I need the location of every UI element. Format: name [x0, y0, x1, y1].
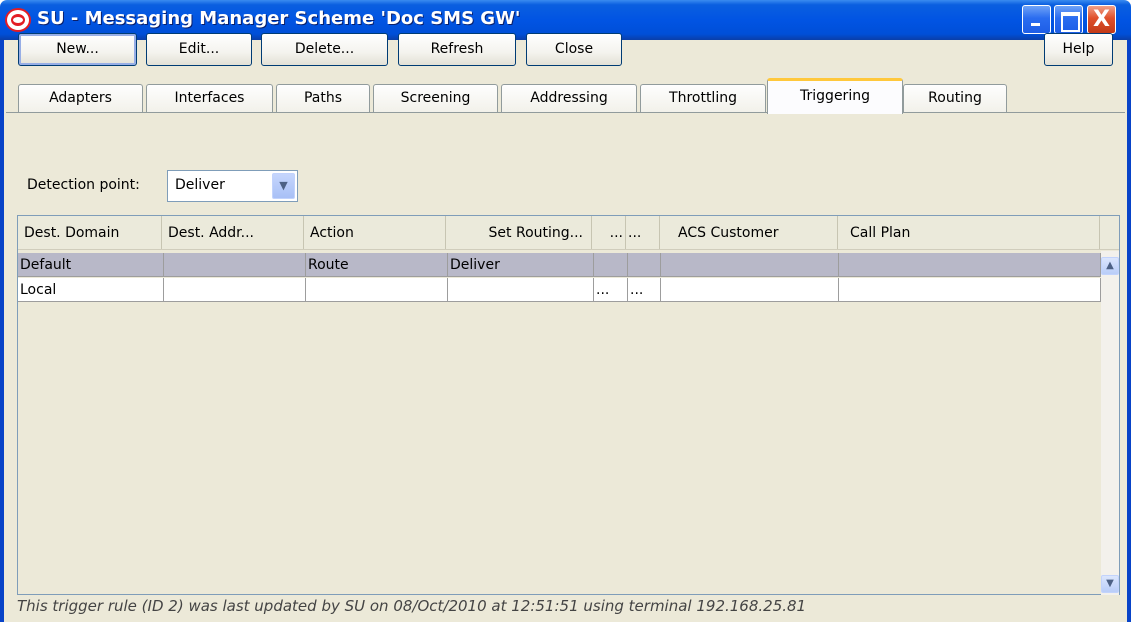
column-set-routing[interactable]: Set Routing... — [446, 216, 592, 249]
tab-routing[interactable]: Routing — [903, 84, 1007, 112]
table-cell — [661, 278, 839, 302]
edit-button[interactable]: Edit... — [146, 33, 252, 66]
close-icon: X — [1093, 7, 1110, 32]
column-extra-2[interactable]: ... — [626, 216, 660, 249]
maximize-button[interactable] — [1054, 5, 1083, 34]
new-button[interactable]: New... — [18, 33, 137, 66]
table-cell — [839, 253, 1101, 277]
column-extra-1[interactable]: ... — [592, 216, 626, 249]
window-title: SU - Messaging Manager Scheme 'Doc SMS G… — [37, 8, 521, 29]
tab-addressing[interactable]: Addressing — [501, 84, 637, 112]
scroll-up-icon[interactable]: ▲ — [1101, 257, 1119, 275]
table-cell: ... — [594, 278, 628, 302]
table-cell — [839, 278, 1101, 302]
table-cell — [661, 253, 839, 277]
scroll-down-icon[interactable]: ▼ — [1101, 575, 1119, 593]
status-message: This trigger rule (ID 2) was last update… — [17, 597, 807, 615]
oracle-logo-icon — [7, 10, 29, 30]
table-cell: Local — [18, 278, 164, 302]
column-acs-customer[interactable]: ACS Customer — [660, 216, 838, 249]
table-cell: Deliver — [448, 253, 594, 277]
column-dest-domain[interactable]: Dest. Domain — [18, 216, 162, 249]
tab-throttling[interactable]: Throttling — [640, 84, 766, 112]
detection-point-label: Detection point: — [27, 177, 140, 193]
detection-point-select[interactable]: Deliver ▼ — [167, 170, 298, 202]
table-cell — [306, 278, 448, 302]
table-cell: ... — [628, 278, 661, 302]
tab-interfaces[interactable]: Interfaces — [146, 84, 273, 112]
trigger-rules-table: Dest. Domain Dest. Addr... Action Set Ro… — [17, 215, 1120, 595]
tab-adapters[interactable]: Adapters — [18, 84, 143, 112]
detection-point-value: Deliver — [175, 177, 225, 193]
table-header: Dest. Domain Dest. Addr... Action Set Ro… — [18, 216, 1119, 250]
close-window-button[interactable]: X — [1087, 5, 1116, 34]
table-row[interactable]: Default Route Deliver — [18, 253, 1101, 277]
table-cell — [448, 278, 594, 302]
table-cell: Default — [18, 253, 164, 277]
vertical-scrollbar[interactable]: ▲ ▼ — [1101, 251, 1119, 595]
delete-button[interactable]: Delete... — [261, 33, 388, 66]
table-cell: Route — [306, 253, 448, 277]
table-cell — [164, 278, 306, 302]
help-button[interactable]: Help — [1044, 33, 1113, 66]
table-cell — [164, 253, 306, 277]
tab-triggering[interactable]: Triggering — [767, 78, 903, 114]
column-action[interactable]: Action — [304, 216, 446, 249]
tab-paths[interactable]: Paths — [276, 84, 370, 112]
column-call-plan[interactable]: Call Plan — [838, 216, 1100, 249]
minimize-button[interactable] — [1022, 5, 1051, 34]
column-dest-addr[interactable]: Dest. Addr... — [162, 216, 304, 249]
table-cell — [594, 253, 628, 277]
refresh-button[interactable]: Refresh — [398, 33, 516, 66]
table-row[interactable]: Local ... ... — [18, 278, 1101, 302]
table-cell — [628, 253, 661, 277]
close-button[interactable]: Close — [526, 33, 622, 66]
chevron-down-icon[interactable]: ▼ — [272, 173, 295, 199]
tab-screening[interactable]: Screening — [373, 84, 498, 112]
